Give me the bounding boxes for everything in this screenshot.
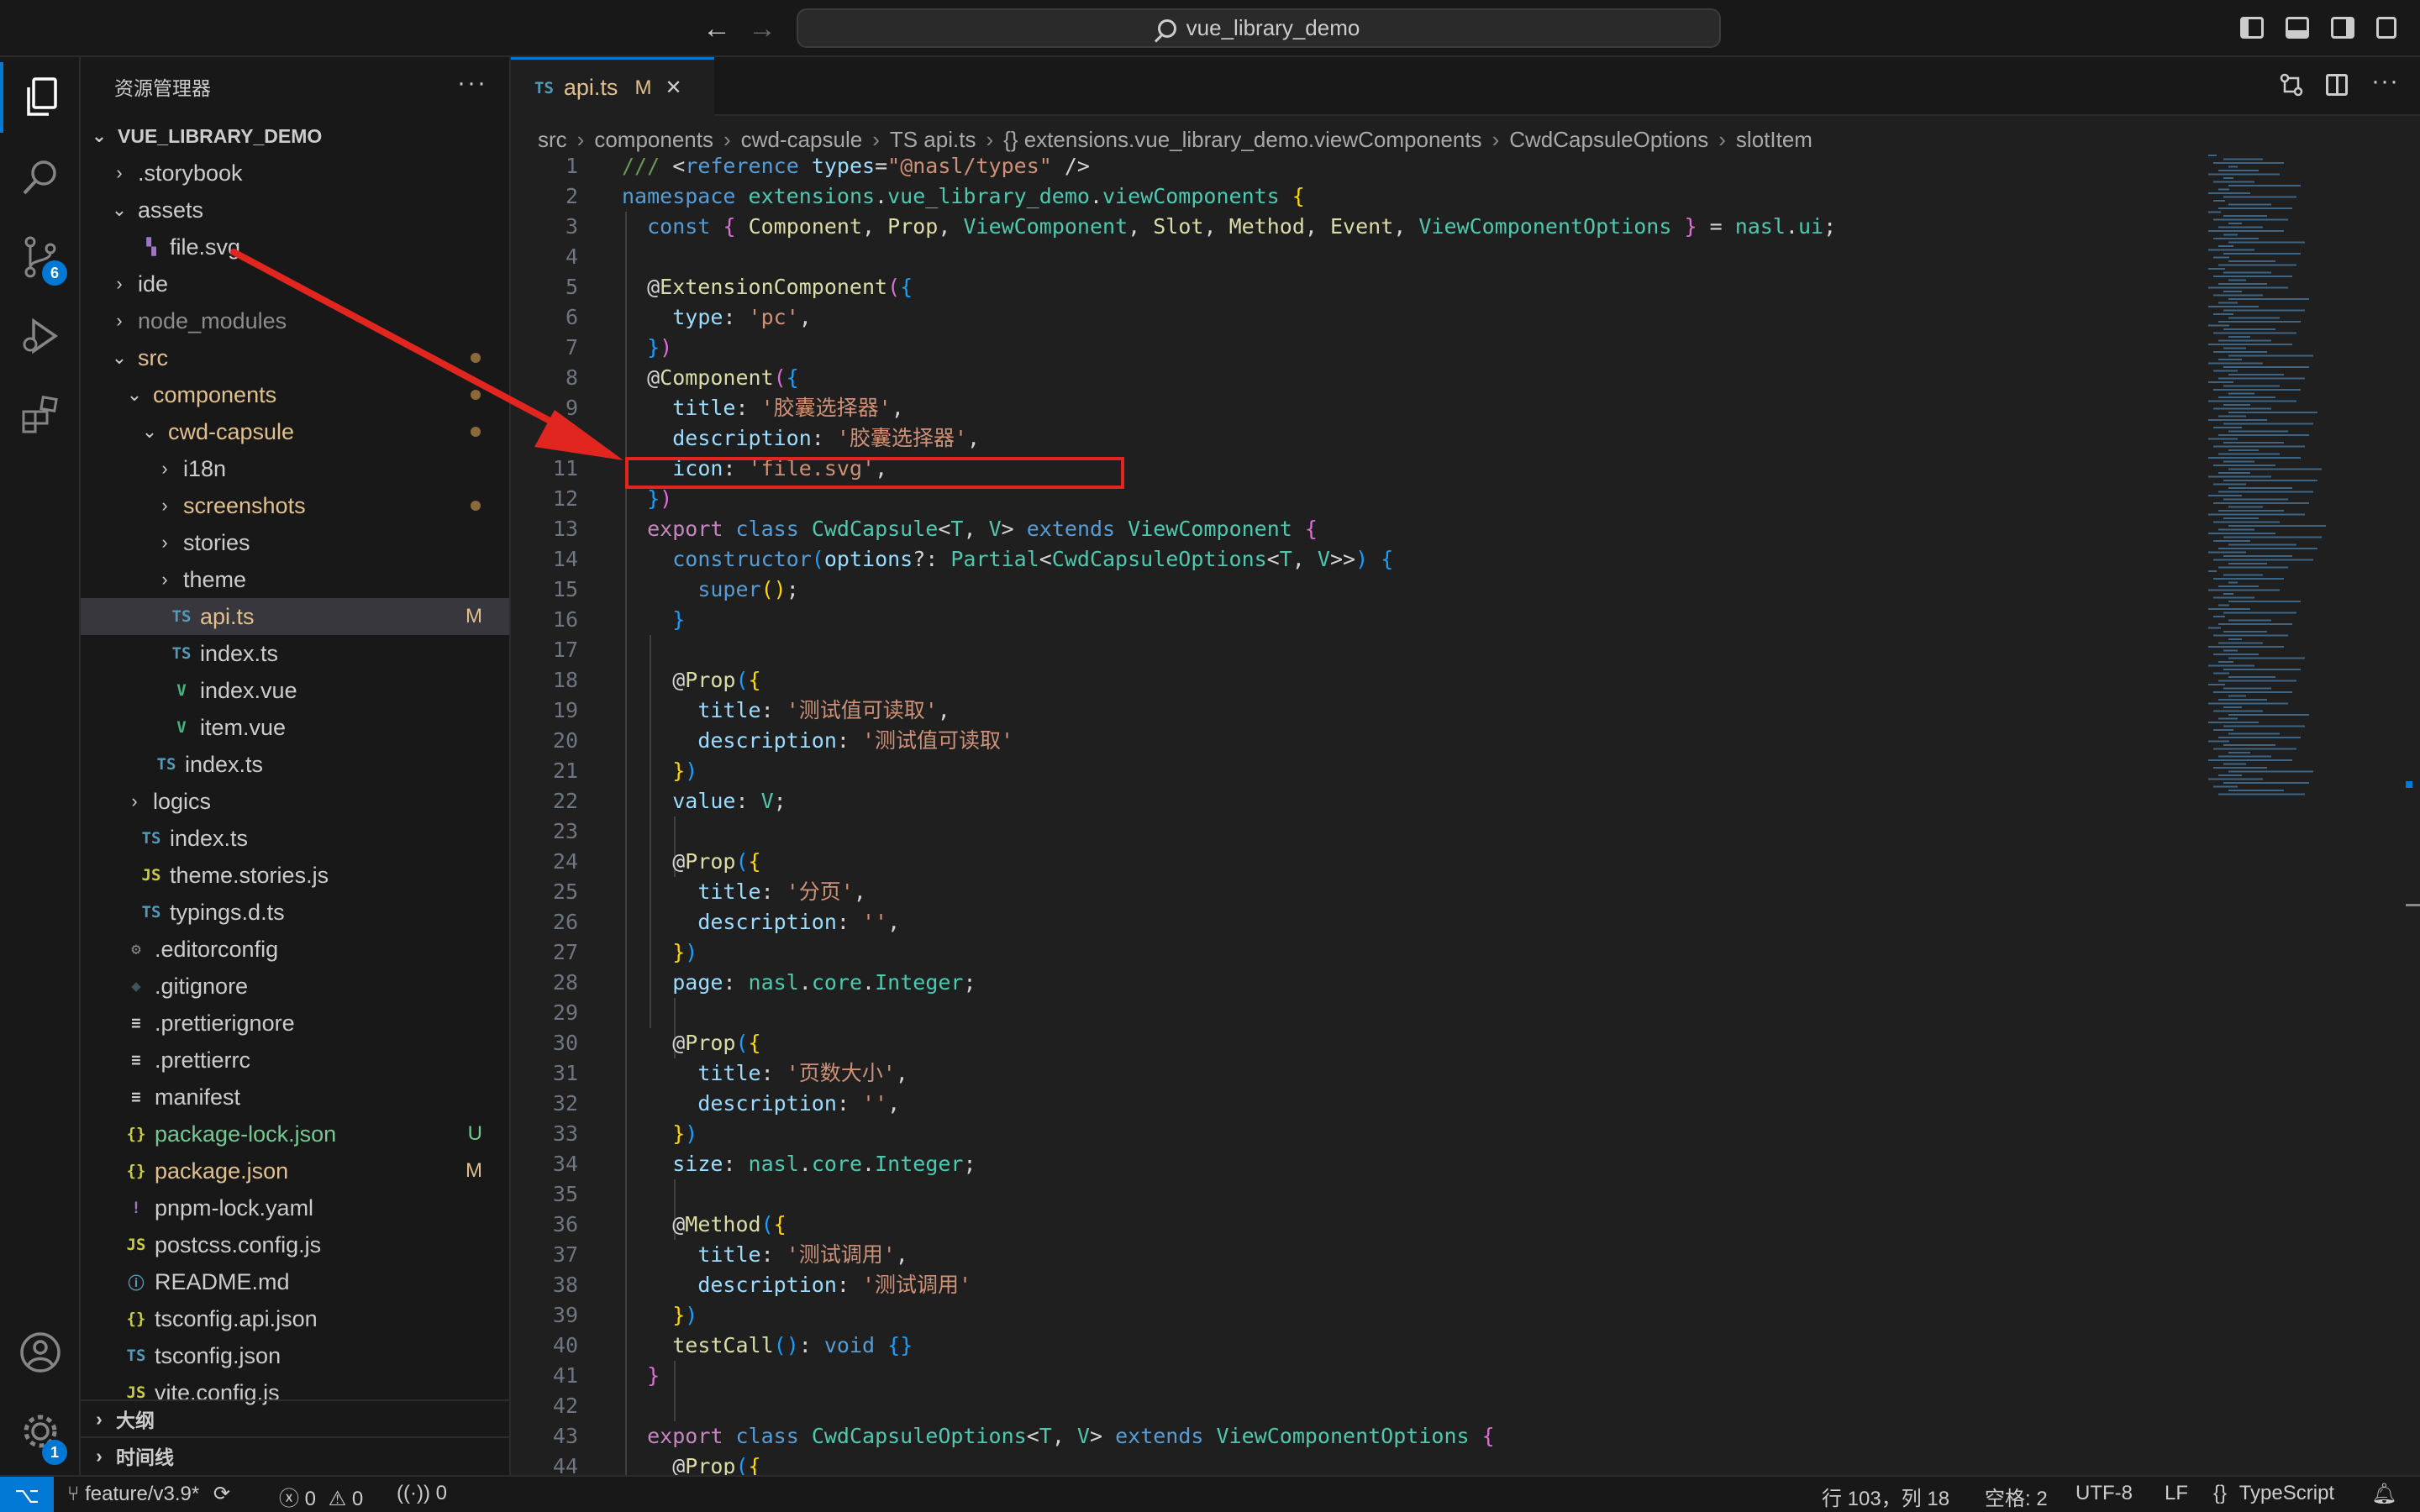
ports-indicator[interactable]: ((·)) 0 — [397, 1482, 447, 1505]
annotation-arrow — [230, 249, 623, 460]
remote-indicator-icon[interactable]: ⌥ — [0, 1477, 54, 1512]
branch-name: feature/v3.9* — [85, 1483, 200, 1505]
ports-count: 0 — [435, 1482, 447, 1504]
broadcast-icon: ((·)) — [397, 1482, 430, 1504]
end-of-line[interactable]: LF — [2165, 1482, 2188, 1505]
sync-icon[interactable]: ⟳ — [213, 1483, 230, 1505]
notifications-bell-icon[interactable]: 🔔︎ — [2371, 1482, 2396, 1506]
status-bar: ⌥ ⑂ feature/v3.9* ⟳ ⓧ 0 ⚠ 0 ((·)) 0 行 10… — [0, 1475, 2420, 1512]
error-count: 0 — [304, 1488, 317, 1510]
error-icon: ⓧ — [279, 1488, 299, 1510]
warning-icon: ⚠ — [328, 1488, 347, 1510]
branch-indicator[interactable]: ⑂ feature/v3.9* ⟳ — [67, 1482, 230, 1506]
encoding[interactable]: UTF-8 — [2075, 1482, 2133, 1505]
git-branch-icon: ⑂ — [67, 1483, 86, 1505]
problems-indicator[interactable]: ⓧ 0 ⚠ 0 — [279, 1482, 363, 1511]
indentation[interactable]: 空格: 2 — [1985, 1482, 2048, 1511]
language-label: TypeScript — [2238, 1482, 2335, 1504]
braces-icon: {} — [2213, 1482, 2228, 1504]
language-mode[interactable]: {} TypeScript — [2213, 1482, 2334, 1505]
cursor-position[interactable]: 行 103，列 18 — [1822, 1482, 1949, 1511]
warning-count: 0 — [351, 1488, 364, 1510]
